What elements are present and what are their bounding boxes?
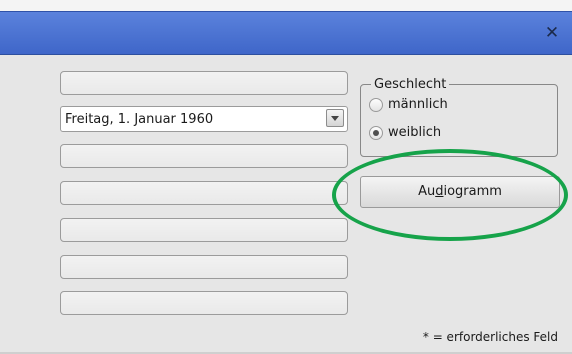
chevron-down-icon <box>331 116 339 121</box>
audiogram-label-start: Au <box>418 184 436 199</box>
text-field-7[interactable] <box>60 291 348 315</box>
radio-male-indicator[interactable] <box>369 98 383 112</box>
radio-female-indicator[interactable] <box>369 126 383 140</box>
text-field-3[interactable] <box>60 144 348 168</box>
dialog-window: ✕ Freitag, 1. Januar 1960 Geschlecht män… <box>0 0 572 354</box>
radio-male-label[interactable]: männlich <box>388 97 448 112</box>
audiogram-button[interactable]: Audiogramm <box>360 176 560 208</box>
window-top-edge <box>0 0 572 11</box>
birthdate-value: Freitag, 1. Januar 1960 <box>65 112 214 127</box>
text-field-4[interactable] <box>60 181 348 205</box>
dropdown-button[interactable] <box>326 109 344 127</box>
close-icon[interactable]: ✕ <box>544 25 560 42</box>
required-field-note: * = erforderliches Feld <box>422 330 558 344</box>
title-bar[interactable]: ✕ <box>0 11 572 55</box>
text-field-1[interactable] <box>60 71 348 95</box>
gender-legend: Geschlecht <box>374 77 447 92</box>
birthdate-combobox[interactable]: Freitag, 1. Januar 1960 <box>60 106 348 132</box>
text-field-5[interactable] <box>60 218 348 242</box>
text-field-6[interactable] <box>60 255 348 279</box>
radio-female-label[interactable]: weiblich <box>388 125 441 140</box>
gender-group: Geschlecht männlich weiblich <box>360 77 558 157</box>
audiogram-label-end: iogramm <box>443 184 502 199</box>
